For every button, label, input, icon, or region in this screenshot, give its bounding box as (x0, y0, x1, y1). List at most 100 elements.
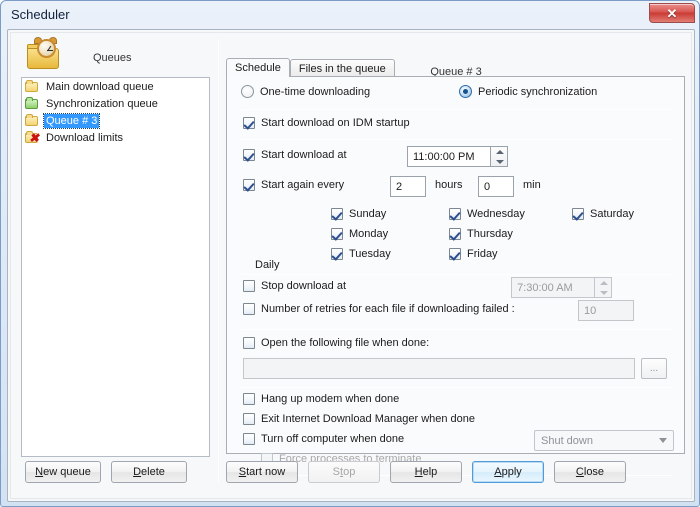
retries-input[interactable]: 10 (578, 300, 634, 321)
dialog-inner-frame: Queues Main download queue Synchronizati… (10, 32, 692, 499)
start-now-button[interactable]: Start now (226, 461, 298, 483)
shutdown-mode-select[interactable]: Shut down (534, 430, 674, 451)
checkbox-icon[interactable] (449, 248, 461, 260)
checkbox-day-wednesday[interactable]: Wednesday (449, 208, 525, 220)
minutes-input[interactable]: 0 (478, 176, 514, 197)
checkbox-open-file-when-done[interactable]: Open the following file when done: (243, 337, 429, 349)
checkbox-label: Start again every (261, 179, 345, 191)
checkbox-hang-up-modem[interactable]: Hang up modem when done (243, 393, 399, 405)
checkbox-icon[interactable] (243, 303, 255, 315)
close-button[interactable]: Close (554, 461, 626, 483)
checkbox-start-download-on-idm-startup[interactable]: Start download on IDM startup (243, 117, 410, 129)
radio-icon[interactable] (241, 85, 254, 98)
scheduler-folder-clock-icon (25, 37, 63, 73)
folder-limits-icon: ✖ (25, 131, 39, 144)
checkbox-day-sunday[interactable]: Sunday (331, 208, 386, 220)
checkbox-label: Turn off computer when done (261, 433, 405, 445)
radio-periodic-synchronization[interactable]: Periodic synchronization (459, 85, 597, 98)
divider (241, 329, 672, 330)
start-time-input[interactable]: 11:00:00 PM (407, 146, 491, 167)
queue-list[interactable]: Main download queue Synchronization queu… (21, 77, 210, 457)
checkbox-label: Monday (349, 228, 389, 240)
checkbox-turn-off-computer[interactable]: Turn off computer when done (243, 433, 404, 445)
checkbox-day-monday[interactable]: Monday (331, 228, 388, 240)
checkbox-day-tuesday[interactable]: Tuesday (331, 248, 391, 260)
title-bar: Scheduler ✕ (1, 1, 699, 29)
browse-file-button[interactable]: ... (641, 358, 667, 379)
delete-queue-button[interactable]: Delete (111, 461, 187, 483)
shutdown-mode-value: Shut down (541, 434, 593, 447)
radio-icon[interactable] (459, 85, 472, 98)
folder-yellow-icon (25, 114, 39, 127)
radio-label: One-time downloading (260, 85, 371, 98)
list-item-synchronization-queue[interactable]: Synchronization queue (23, 96, 208, 112)
dialog-actions: Start now Stop Help Apply Close (226, 461, 626, 483)
checkbox-icon[interactable] (572, 208, 584, 220)
checkbox-label: Friday (467, 248, 498, 260)
queues-pane: Queues Main download queue Synchronizati… (17, 37, 213, 483)
folder-green-icon (25, 97, 39, 110)
tab-label: Schedule (235, 62, 281, 74)
checkbox-label: Thursday (467, 228, 513, 240)
stop-button[interactable]: Stop (308, 461, 380, 483)
checkbox-number-of-retries[interactable]: Number of retries for each file if downl… (243, 303, 515, 315)
minutes-label: min (523, 179, 541, 191)
tab-files-in-the-queue[interactable]: Files in the queue (289, 59, 395, 77)
checkbox-icon[interactable] (243, 433, 255, 445)
checkbox-icon[interactable] (243, 337, 255, 349)
checkbox-icon[interactable] (243, 117, 255, 129)
start-time-spin-buttons[interactable] (491, 146, 508, 167)
checkbox-icon[interactable] (331, 248, 343, 260)
divider (241, 387, 672, 388)
checkbox-icon[interactable] (331, 208, 343, 220)
close-window-button[interactable]: ✕ (649, 3, 695, 23)
queue-actions: New queue Delete (25, 461, 187, 483)
stop-time-spin-buttons[interactable] (595, 277, 613, 298)
checkbox-day-friday[interactable]: Friday (449, 248, 498, 260)
close-icon: ✕ (666, 5, 678, 21)
checkbox-label: Exit Internet Download Manager when done (261, 413, 476, 425)
list-item-download-limits[interactable]: ✖ Download limits (23, 130, 208, 146)
radio-one-time-downloading[interactable]: One-time downloading (241, 85, 370, 98)
checkbox-icon[interactable] (243, 413, 255, 425)
spinner-up-icon[interactable] (595, 278, 611, 288)
checkbox-stop-download-at[interactable]: Stop download at (243, 280, 346, 292)
checkbox-start-download-at[interactable]: Start download at (243, 149, 347, 161)
checkbox-icon[interactable] (243, 179, 255, 191)
checkbox-icon[interactable] (331, 228, 343, 240)
checkbox-start-again-every[interactable]: Start again every (243, 179, 344, 191)
checkbox-icon[interactable] (243, 393, 255, 405)
checkbox-icon[interactable] (449, 228, 461, 240)
checkbox-icon[interactable] (449, 208, 461, 220)
chevron-down-icon (659, 438, 667, 443)
checkbox-label: Sunday (349, 208, 387, 220)
checkbox-icon[interactable] (243, 280, 255, 292)
open-file-path-input[interactable] (243, 358, 635, 379)
divider (241, 109, 672, 110)
help-button[interactable]: Help (390, 461, 462, 483)
list-item-queue-3[interactable]: Queue # 3 (23, 113, 208, 129)
schedule-pane: Queue # 3 Schedule Files in the queue On… (223, 37, 689, 483)
stop-time-spinner[interactable]: 7:30:00 AM (511, 277, 613, 298)
start-time-spinner[interactable]: 11:00:00 PM (407, 146, 508, 167)
apply-button[interactable]: Apply (472, 461, 544, 483)
hours-input[interactable]: 2 (390, 176, 426, 197)
divider (241, 274, 672, 275)
checkbox-icon[interactable] (243, 149, 255, 161)
list-item-label: Main download queue (46, 81, 154, 93)
schedule-panel: One-time downloading Periodic synchroniz… (226, 76, 685, 476)
spinner-down-icon[interactable] (595, 288, 611, 298)
queues-header: Queues (17, 37, 213, 77)
spinner-up-icon[interactable] (491, 147, 507, 157)
new-queue-button[interactable]: New queue (25, 461, 101, 483)
checkbox-day-saturday[interactable]: Saturday (572, 208, 634, 220)
list-item-main-download-queue[interactable]: Main download queue (23, 79, 208, 95)
checkbox-day-thursday[interactable]: Thursday (449, 228, 513, 240)
divider (241, 139, 672, 140)
checkbox-label: Open the following file when done: (261, 337, 430, 349)
tab-schedule[interactable]: Schedule (226, 58, 290, 77)
stop-time-input[interactable]: 7:30:00 AM (511, 277, 596, 298)
spinner-down-icon[interactable] (491, 157, 507, 167)
checkbox-exit-idm[interactable]: Exit Internet Download Manager when done (243, 413, 475, 425)
checkbox-label: Hang up modem when done (261, 393, 400, 405)
